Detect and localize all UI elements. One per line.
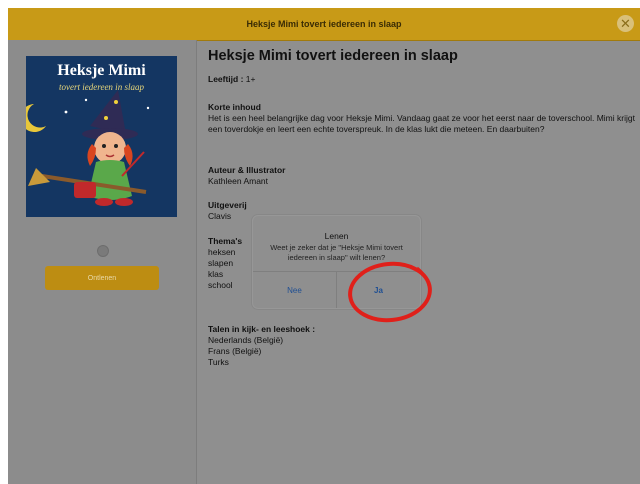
- cover-title: Heksje Mimi: [57, 62, 146, 79]
- theme-item: klas: [208, 269, 224, 279]
- book-title: Heksje Mimi tovert iedereen in slaap: [208, 48, 458, 64]
- summary-text: Het is een heel belangrijke dag voor Hek…: [208, 113, 635, 134]
- age-field: Leeftijd : 1+: [208, 74, 256, 85]
- author-value: Kathleen Amant: [208, 176, 269, 186]
- cover-subtitle: tovert iedereen in slaap: [59, 82, 144, 92]
- publisher-label: Uitgeverij: [208, 200, 247, 210]
- sidebar: Heksje Mimi tovert iedereen in slaap Ont…: [8, 40, 197, 484]
- dialog-message: Weet je zeker dat je "Heksje Mimi tovert…: [270, 243, 403, 262]
- cover-illustration: [26, 56, 177, 217]
- window-title: Heksje Mimi tovert iedereen in slaap: [246, 19, 402, 29]
- publisher-field: Uitgeverij Clavis: [208, 200, 247, 222]
- app-frame: Heksje Mimi tovert iedereen in slaap ✕ H…: [8, 8, 640, 484]
- summary-label: Korte inhoud: [208, 102, 261, 112]
- age-label: Leeftijd :: [208, 74, 244, 84]
- themes-label: Thema's: [208, 236, 243, 246]
- summary-field: Korte inhoud Het is een heel belangrijke…: [208, 102, 638, 135]
- age-value: 1+: [245, 74, 256, 84]
- borrow-button[interactable]: Ontlenen: [45, 266, 159, 290]
- borrow-confirm-dialog: Lenen Weet je zeker dat je "Heksje Mimi …: [252, 215, 421, 309]
- languages-field: Talen in kijk- en leeshoek : Nederlands …: [208, 324, 315, 368]
- loading-indicator-icon: [97, 245, 109, 257]
- theme-item: slapen: [208, 258, 234, 268]
- theme-item: school: [208, 280, 233, 290]
- dialog-title: Lenen: [324, 231, 349, 241]
- author-field: Auteur & Illustrator Kathleen Amant: [208, 165, 285, 187]
- close-icon[interactable]: ✕: [617, 15, 634, 32]
- language-item: Frans (België): [208, 346, 262, 356]
- language-item: Nederlands (België): [208, 335, 284, 345]
- no-button[interactable]: Nee: [253, 272, 336, 308]
- themes-field: Thema's heksen slapen klas school: [208, 236, 242, 291]
- book-cover[interactable]: Heksje Mimi tovert iedereen in slaap: [26, 56, 177, 217]
- title-bar: Heksje Mimi tovert iedereen in slaap ✕: [8, 8, 640, 41]
- book-details: Heksje Mimi tovert iedereen in slaap: [208, 48, 638, 64]
- theme-item: heksen: [208, 247, 236, 257]
- language-item: Turks: [208, 357, 229, 367]
- author-label: Auteur & Illustrator: [208, 165, 286, 175]
- languages-label: Talen in kijk- en leeshoek :: [208, 324, 316, 334]
- publisher-value: Clavis: [208, 211, 232, 221]
- yes-button[interactable]: Ja: [337, 272, 420, 308]
